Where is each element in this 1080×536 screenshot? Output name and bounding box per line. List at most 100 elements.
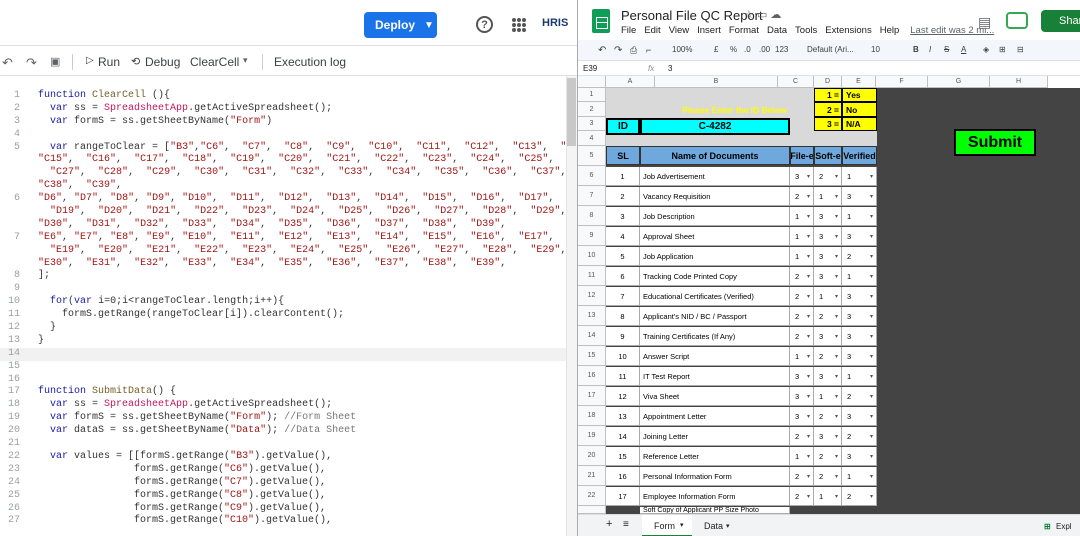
code-line[interactable]: 25 formS.getRange("C8").getValue(), bbox=[0, 490, 577, 503]
document-name-cell[interactable]: Appointment Letter bbox=[640, 407, 790, 426]
document-name-cell[interactable]: IT Test Report bbox=[640, 367, 790, 386]
chevron-down-icon[interactable]: ▾ bbox=[726, 522, 730, 530]
document-name-cell[interactable]: Reference Letter bbox=[640, 447, 790, 466]
code-line[interactable]: 13} bbox=[0, 335, 577, 348]
dropdown-arrow-icon[interactable]: ▾ bbox=[835, 453, 838, 460]
dropdown-cell[interactable]: 2 ▾ bbox=[790, 427, 814, 446]
serial-cell[interactable]: 14 bbox=[606, 427, 640, 446]
row-header[interactable] bbox=[578, 506, 606, 514]
serial-cell[interactable]: 8 bbox=[606, 307, 640, 326]
row-header[interactable]: 3 bbox=[578, 117, 606, 131]
serial-cell[interactable]: 13 bbox=[606, 407, 640, 426]
dropdown-cell[interactable]: 3 ▾ bbox=[842, 347, 877, 366]
document-name-cell[interactable]: Applicant's NID / BC / Passport bbox=[640, 307, 790, 326]
menu-extensions[interactable]: Extensions bbox=[825, 25, 871, 36]
menu-file[interactable]: File bbox=[621, 25, 636, 36]
dropdown-cell[interactable]: 1 ▾ bbox=[814, 187, 842, 206]
column-header[interactable]: A bbox=[606, 76, 655, 88]
dropdown-cell[interactable]: 2 ▾ bbox=[842, 487, 877, 506]
code-text[interactable]: formS.getRange("C8").getValue(), bbox=[38, 490, 326, 503]
row-header[interactable]: 4 bbox=[578, 131, 606, 146]
code-text[interactable]: "E6", "E7", "E8", "E9", "E10", "E11", "E… bbox=[38, 232, 577, 245]
apps-grid-icon[interactable] bbox=[512, 18, 526, 32]
dropdown-cell[interactable]: 2 ▾ bbox=[814, 407, 842, 426]
row-header[interactable]: 13 bbox=[578, 306, 606, 326]
code-line[interactable]: "C27", "C28", "C29", "C30", "C31", "C32"… bbox=[0, 167, 577, 180]
dropdown-cell[interactable]: 3 ▾ bbox=[842, 327, 877, 346]
code-text[interactable]: var formS = ss.getSheetByName("Form") bbox=[38, 116, 272, 129]
serial-cell[interactable]: 12 bbox=[606, 387, 640, 406]
code-line[interactable]: 14 bbox=[0, 347, 577, 361]
dropdown-arrow-icon[interactable]: ▾ bbox=[870, 393, 873, 400]
dropdown-arrow-icon[interactable]: ▾ bbox=[835, 173, 838, 180]
row-header[interactable]: 16 bbox=[578, 366, 606, 386]
dropdown-arrow-icon[interactable]: ▾ bbox=[835, 253, 838, 260]
folder-icon[interactable]: ▭ bbox=[757, 9, 767, 21]
dropdown-cell[interactable]: 1 ▾ bbox=[814, 287, 842, 306]
row-header[interactable]: 19 bbox=[578, 426, 606, 446]
document-name-cell[interactable]: Vacancy Requisition bbox=[640, 187, 790, 206]
code-line[interactable]: 21 bbox=[0, 438, 577, 451]
dropdown-arrow-icon[interactable]: ▾ bbox=[807, 373, 810, 380]
row-header[interactable]: 5 bbox=[578, 146, 606, 166]
execution-log-button[interactable]: Execution log bbox=[274, 55, 346, 69]
code-line[interactable]: 3 var formS = ss.getSheetByName("Form") bbox=[0, 116, 577, 129]
code-text[interactable]: formS.getRange("C6").getValue(), bbox=[38, 464, 326, 477]
comment-icon[interactable]: ▤ bbox=[978, 14, 991, 31]
function-select[interactable]: ClearCell bbox=[190, 55, 239, 69]
dropdown-arrow-icon[interactable]: ▾ bbox=[807, 313, 810, 320]
serial-cell[interactable]: 1 bbox=[606, 167, 640, 186]
dropdown-cell[interactable]: 3 ▾ bbox=[790, 387, 814, 406]
column-header[interactable]: G bbox=[928, 76, 990, 88]
code-text[interactable]: "E30", "E31", "E32", "E33", "E34", "E35"… bbox=[38, 258, 506, 271]
row-header[interactable]: 6 bbox=[578, 166, 606, 186]
dropdown-cell[interactable]: 3 ▾ bbox=[814, 227, 842, 246]
dropdown-cell[interactable]: 1 ▾ bbox=[842, 467, 877, 486]
code-text[interactable]: formS.getRange("C10").getValue(), bbox=[38, 515, 332, 528]
code-line[interactable]: 16 bbox=[0, 374, 577, 387]
dropdown-cell[interactable]: 1 ▾ bbox=[790, 347, 814, 366]
code-text[interactable]: function SubmitData() { bbox=[38, 386, 176, 399]
dropdown-arrow-icon[interactable]: ▾ bbox=[807, 233, 810, 240]
code-line[interactable]: 24 formS.getRange("C7").getValue(), bbox=[0, 477, 577, 490]
column-header[interactable]: C bbox=[778, 76, 814, 88]
dropdown-arrow-icon[interactable]: ▾ bbox=[835, 333, 838, 340]
dropdown-cell[interactable]: 1 ▾ bbox=[842, 167, 877, 186]
code-text[interactable]: var rangeToClear = ["B3","C6", "C7", "C8… bbox=[38, 142, 577, 155]
code-text[interactable]: "D6", "D7", "D8", "D9", "D10", "D11", "D… bbox=[38, 193, 577, 206]
menu-view[interactable]: View bbox=[669, 25, 689, 36]
document-name-cell[interactable]: Personal Information Form bbox=[640, 467, 790, 486]
dropdown-cell[interactable]: 2 ▾ bbox=[814, 347, 842, 366]
code-line[interactable]: "C38", "C39", bbox=[0, 180, 577, 193]
dropdown-cell[interactable]: 3 ▾ bbox=[790, 367, 814, 386]
cloud-icon[interactable]: ☁ bbox=[770, 9, 781, 21]
code-text[interactable]: "D30", "D31", "D32", "D33", "D34", "D35"… bbox=[38, 219, 506, 232]
document-name-cell[interactable]: Educational Certificates (Verified) bbox=[640, 287, 790, 306]
code-line[interactable]: "D19", "D20", "D21", "D22", "D23", "D24"… bbox=[0, 206, 577, 219]
code-line[interactable]: "E19", "E20", "E21", "E22", "E23", "E24"… bbox=[0, 245, 577, 258]
dropdown-arrow-icon[interactable]: ▾ bbox=[835, 433, 838, 440]
dropdown-cell[interactable]: 3 ▾ bbox=[814, 327, 842, 346]
dropdown-arrow-icon[interactable]: ▾ bbox=[807, 433, 810, 440]
increase-decimal-button[interactable]: .00 bbox=[759, 45, 770, 54]
code-text[interactable]: ]; bbox=[38, 270, 50, 283]
code-text[interactable]: } bbox=[38, 335, 44, 348]
dropdown-cell[interactable]: 3 ▾ bbox=[842, 447, 877, 466]
borders-icon[interactable]: ⊞ bbox=[999, 45, 1006, 54]
strikethrough-icon[interactable]: S bbox=[944, 45, 949, 54]
name-box[interactable]: E39 bbox=[583, 64, 597, 73]
code-text[interactable]: for(var i=0;i<rangeToClear.length;i++){ bbox=[38, 296, 284, 309]
serial-cell[interactable]: 17 bbox=[606, 487, 640, 506]
dropdown-cell[interactable]: 3 ▾ bbox=[790, 167, 814, 186]
code-line[interactable]: 18 var ss = SpreadsheetApp.getActiveSpre… bbox=[0, 399, 577, 412]
document-name-cell[interactable]: Tracking Code Printed Copy bbox=[640, 267, 790, 286]
dropdown-cell[interactable]: 2 ▾ bbox=[790, 307, 814, 326]
dropdown-arrow-icon[interactable]: ▾ bbox=[807, 253, 810, 260]
print-icon[interactable]: ⎙ bbox=[630, 45, 637, 56]
dropdown-arrow-icon[interactable]: ▾ bbox=[870, 213, 873, 220]
dropdown-cell[interactable]: 3 ▾ bbox=[814, 267, 842, 286]
dropdown-cell[interactable]: 1 ▾ bbox=[790, 227, 814, 246]
column-header[interactable]: F bbox=[876, 76, 928, 88]
dropdown-cell[interactable]: 3 ▾ bbox=[814, 367, 842, 386]
serial-cell[interactable]: 9 bbox=[606, 327, 640, 346]
